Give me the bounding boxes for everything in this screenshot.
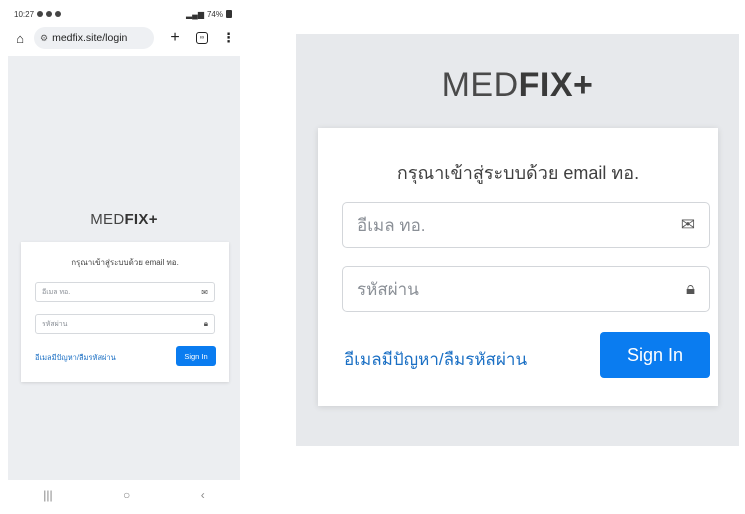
sign-in-button[interactable]: Sign In xyxy=(176,346,216,366)
brand-logo: MEDFIX+ xyxy=(90,211,158,228)
sign-in-button[interactable]: Sign In xyxy=(600,332,710,378)
phone-page: MEDFIX+ กรุณาเข้าสู่ระบบด้วย email ทอ. อ… xyxy=(8,56,240,480)
login-prompt: กรุณาเข้าสู่ระบบด้วย email ทอ. xyxy=(396,163,640,183)
forgot-password-link[interactable]: อีเมลมีปัญหา/ลืมรหัสผ่าน xyxy=(35,352,116,364)
address-bar[interactable]: ⚙ medfix.site/login xyxy=(34,27,154,49)
stage: 10:27 ▂▄▆ 74% ⌂ ⚙ medfix.site/login + ∞ … xyxy=(0,0,745,514)
android-nav-bar: ||| ○ ‹ xyxy=(8,480,240,510)
login-prompt: กรุณาเข้าสู่ระบบด้วย email ทอ. xyxy=(71,258,179,267)
lock-icon: 🔒︎ xyxy=(685,279,695,298)
tab-count: ∞ xyxy=(199,35,205,41)
login-card: กรุณาเข้าสู่ระบบด้วย email ทอ. อีเมล ทอ.… xyxy=(318,128,718,406)
forgot-password-link[interactable]: อีเมลมีปัญหา/ลืมรหัสผ่าน xyxy=(344,346,527,373)
password-field[interactable]: รหัสผ่าน 🔒︎ xyxy=(342,266,710,312)
notification-icon xyxy=(55,11,62,17)
notification-icon xyxy=(46,11,53,17)
password-placeholder: รหัสผ่าน xyxy=(357,279,419,299)
phone-screenshot: 10:27 ▂▄▆ 74% ⌂ ⚙ medfix.site/login + ∞ … xyxy=(8,4,240,510)
signal-icon: ▂▄▆ xyxy=(186,9,204,19)
password-field[interactable]: รหัสผ่าน 🔒︎ xyxy=(35,314,215,334)
password-placeholder: รหัสผ่าน xyxy=(42,320,68,328)
brand-logo: MEDFIX+ xyxy=(441,66,594,104)
battery-percent: 74% xyxy=(206,9,223,19)
lock-icon: 🔒︎ xyxy=(203,319,208,328)
site-settings-icon[interactable]: ⚙ xyxy=(40,33,48,44)
home-button[interactable]: ○ xyxy=(123,488,130,502)
url-text: medfix.site/login xyxy=(52,32,128,44)
envelope-icon: ✉ xyxy=(680,215,695,234)
email-placeholder: อีเมล ทอ. xyxy=(357,215,426,235)
tab-switcher-icon[interactable]: ∞ xyxy=(196,32,208,44)
new-tab-icon[interactable]: + xyxy=(166,29,184,47)
zoomed-login: MEDFIX+ กรุณาเข้าสู่ระบบด้วย email ทอ. อ… xyxy=(296,34,739,446)
login-card: กรุณาเข้าสู่ระบบด้วย email ทอ. อีเมล ทอ.… xyxy=(21,242,229,382)
kebab-icon[interactable]: ⋮ xyxy=(222,30,235,46)
status-time: 10:27 xyxy=(14,9,35,19)
back-button[interactable]: ‹ xyxy=(201,488,205,502)
status-bar: 10:27 ▂▄▆ 74% xyxy=(8,4,240,24)
home-icon[interactable]: ⌂ xyxy=(12,31,28,46)
email-field[interactable]: อีเมล ทอ. ✉ xyxy=(35,282,215,302)
recents-button[interactable]: ||| xyxy=(43,488,52,502)
battery-icon xyxy=(226,10,232,18)
email-field[interactable]: อีเมล ทอ. ✉ xyxy=(342,202,710,248)
notification-icon xyxy=(37,11,44,17)
browser-toolbar: ⌂ ⚙ medfix.site/login + ∞ ⋮ xyxy=(8,24,240,52)
email-placeholder: อีเมล ทอ. xyxy=(42,288,71,296)
envelope-icon: ✉ xyxy=(201,287,208,297)
